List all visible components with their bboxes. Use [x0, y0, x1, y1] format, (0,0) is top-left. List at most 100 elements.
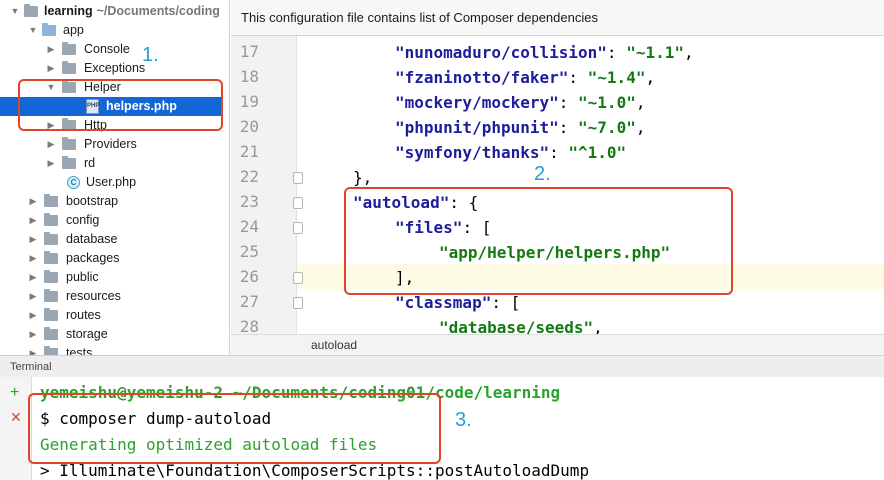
tree-item-config[interactable]: ▶ config: [0, 211, 229, 230]
editor-breadcrumb[interactable]: autoload: [231, 334, 884, 355]
tree-item-label: User.php: [86, 175, 137, 189]
folder-icon: [44, 213, 58, 226]
line-number: 19: [239, 92, 259, 111]
tree-root-path: ~/Documents/coding: [96, 4, 220, 18]
tree-item-resources[interactable]: ▶ resources: [0, 287, 229, 306]
folder-icon: [62, 61, 76, 74]
tree-root-learning[interactable]: ▼ learning ~/Documents/coding: [0, 2, 229, 21]
folder-icon: [44, 308, 58, 321]
chevron-down-icon[interactable]: ▼: [10, 2, 20, 21]
tree-item-label: database: [66, 232, 118, 246]
tree-item-storage[interactable]: ▶ storage: [0, 325, 229, 344]
terminal-title[interactable]: Terminal: [0, 355, 884, 377]
line-number: 27: [239, 292, 259, 311]
line-number: 18: [239, 67, 259, 86]
line-number: 26: [239, 267, 259, 286]
fold-marker-icon[interactable]: [293, 272, 303, 284]
json-key: "phpunit/phpunit": [395, 118, 559, 137]
json-key: "mockery/mockery": [395, 93, 559, 112]
fold-marker-icon[interactable]: [293, 197, 303, 209]
chevron-right-icon[interactable]: ▶: [28, 306, 38, 325]
tree-item-console[interactable]: ▶ Console: [0, 40, 229, 59]
fold-marker-icon[interactable]: [293, 172, 303, 184]
tree-item-label: routes: [66, 308, 101, 322]
line-number: 21: [239, 142, 259, 161]
tree-item-label: public: [66, 270, 99, 284]
json-key: "symfony/thanks": [395, 143, 550, 162]
json-string: "^1.0": [568, 143, 627, 162]
code-line-20[interactable]: "phpunit/phpunit": "~7.0",: [395, 115, 645, 140]
folder-icon: [44, 346, 58, 355]
chevron-right-icon[interactable]: ▶: [28, 192, 38, 211]
folder-icon: [42, 23, 56, 36]
chevron-right-icon[interactable]: ▶: [46, 59, 56, 78]
json-key: "nunomaduro/collision": [395, 43, 607, 62]
annotation-label-2: 2.: [534, 163, 551, 185]
folder-icon: [44, 251, 58, 264]
chevron-right-icon[interactable]: ▶: [28, 344, 38, 355]
folder-icon: [62, 156, 76, 169]
chevron-right-icon[interactable]: ▶: [28, 287, 38, 306]
json-string: "~1.4": [587, 68, 646, 87]
tree-item-providers[interactable]: ▶ Providers: [0, 135, 229, 154]
code-line-18[interactable]: "fzaninotto/faker": "~1.4",: [395, 65, 655, 90]
add-session-icon[interactable]: +: [10, 385, 19, 401]
editor-tooltip: This configuration file contains list of…: [231, 0, 884, 36]
tree-item-label: Providers: [84, 137, 137, 151]
line-number: 23: [239, 192, 259, 211]
chevron-right-icon[interactable]: ▶: [46, 154, 56, 173]
tree-item-user-php[interactable]: C User.php: [0, 173, 229, 192]
tree-item-label: storage: [66, 327, 108, 341]
folder-icon: [24, 4, 38, 17]
project-tree: ▼ learning ~/Documents/coding ▼ app ▶ Con…: [0, 0, 230, 355]
php-class-icon: C: [67, 176, 80, 189]
fold-marker-icon[interactable]: [293, 222, 303, 234]
folder-icon: [44, 289, 58, 302]
chevron-right-icon[interactable]: ▶: [46, 135, 56, 154]
chevron-right-icon[interactable]: ▶: [28, 268, 38, 287]
annotation-box-command: [28, 393, 441, 464]
code-line-17[interactable]: "nunomaduro/collision": "~1.1",: [395, 40, 694, 65]
tree-item-app[interactable]: ▼ app: [0, 21, 229, 40]
chevron-right-icon[interactable]: ▶: [28, 230, 38, 249]
chevron-down-icon[interactable]: ▼: [28, 21, 38, 40]
tree-item-label: app: [63, 23, 84, 37]
tree-item-public[interactable]: ▶ public: [0, 268, 229, 287]
line-number: 17: [239, 42, 259, 61]
tree-item-label: packages: [66, 251, 120, 265]
tree-item-database[interactable]: ▶ database: [0, 230, 229, 249]
annotation-box-autoload: [344, 187, 733, 295]
close-session-icon[interactable]: ✕: [10, 409, 22, 425]
tree-item-label: Exceptions: [84, 61, 146, 75]
folder-icon: [44, 194, 58, 207]
json-punctuation: },: [353, 168, 373, 187]
json-string: "~1.1": [626, 43, 684, 62]
code-line-21[interactable]: "symfony/thanks": "^1.0": [395, 140, 626, 165]
chevron-right-icon[interactable]: ▶: [28, 211, 38, 230]
tree-item-label: rd: [84, 156, 96, 170]
chevron-right-icon[interactable]: ▶: [28, 249, 38, 268]
tree-item-bootstrap[interactable]: ▶ bootstrap: [0, 192, 229, 211]
code-editor[interactable]: 17 18 19 20 21 22 23 24 25 26 27 28 "nun…: [231, 0, 884, 355]
folder-icon: [44, 232, 58, 245]
tree-item-rd[interactable]: ▶ rd: [0, 154, 229, 173]
line-number: 24: [239, 217, 259, 236]
tree-item-label: resources: [66, 289, 121, 303]
line-number: 25: [239, 242, 259, 261]
folder-icon: [62, 137, 76, 150]
fold-marker-icon[interactable]: [293, 297, 303, 309]
tree-root-label: learning ~/Documents/coding: [44, 4, 220, 18]
tree-item-routes[interactable]: ▶ routes: [0, 306, 229, 325]
tree-item-packages[interactable]: ▶ packages: [0, 249, 229, 268]
json-string: "~1.0": [578, 93, 636, 112]
tree-item-label: Console: [84, 42, 130, 56]
chevron-right-icon[interactable]: ▶: [46, 40, 56, 59]
line-number: 20: [239, 117, 259, 136]
annotation-label-3: 3.: [455, 409, 472, 431]
code-line-19[interactable]: "mockery/mockery": "~1.0",: [395, 90, 645, 115]
tree-item-tests[interactable]: ▶ tests: [0, 344, 229, 355]
tree-item-exceptions[interactable]: ▶ Exceptions: [0, 59, 229, 78]
chevron-right-icon[interactable]: ▶: [28, 325, 38, 344]
json-punctuation: : [: [491, 293, 521, 312]
folder-icon: [44, 270, 58, 283]
